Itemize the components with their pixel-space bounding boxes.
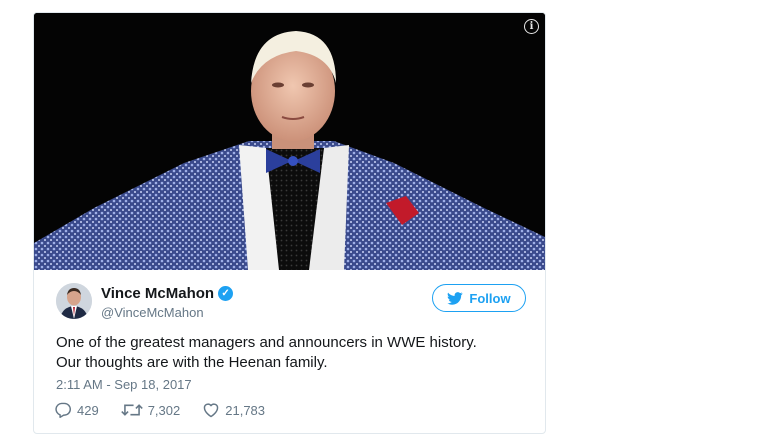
- avatar[interactable]: [56, 283, 92, 319]
- tweet-actions: 429 7,302 21,783: [54, 402, 287, 418]
- avatar-image: [56, 283, 92, 319]
- reply-icon: [55, 402, 71, 418]
- verified-badge-icon: ✓: [218, 286, 234, 301]
- heart-icon: [203, 403, 219, 418]
- reply-count: 429: [77, 402, 99, 418]
- follow-button[interactable]: Follow: [432, 284, 526, 312]
- twitter-bird-icon: [447, 291, 464, 305]
- reply-button[interactable]: 429: [54, 402, 99, 418]
- retweet-button[interactable]: 7,302: [120, 402, 181, 418]
- author-handle[interactable]: @VinceMcMahon: [101, 305, 204, 320]
- tweet-text-line: Our thoughts are with the Heenan family.: [56, 354, 328, 371]
- follow-label: Follow: [469, 290, 511, 306]
- author-name-text[interactable]: Vince McMahon: [101, 285, 214, 302]
- tweet-text: One of the greatest managers and announc…: [56, 333, 536, 373]
- retweet-count: 7,302: [147, 402, 181, 418]
- like-button[interactable]: 21,783: [202, 402, 265, 418]
- like-count: 21,783: [225, 402, 266, 418]
- tweet-text-line: One of the greatest managers and announc…: [56, 334, 477, 351]
- tweet-timestamp[interactable]: 2:11 AM - Sep 18, 2017: [56, 377, 192, 392]
- retweet-icon: [120, 404, 143, 416]
- tweet-photo[interactable]: i: [34, 13, 545, 270]
- author-name[interactable]: Vince McMahon ✓: [101, 285, 234, 302]
- photo-illustration: [34, 13, 545, 270]
- tweet-card: i Vince McMahon ✓ @VinceMcMahon Follow O…: [33, 12, 546, 434]
- info-icon[interactable]: i: [524, 19, 539, 34]
